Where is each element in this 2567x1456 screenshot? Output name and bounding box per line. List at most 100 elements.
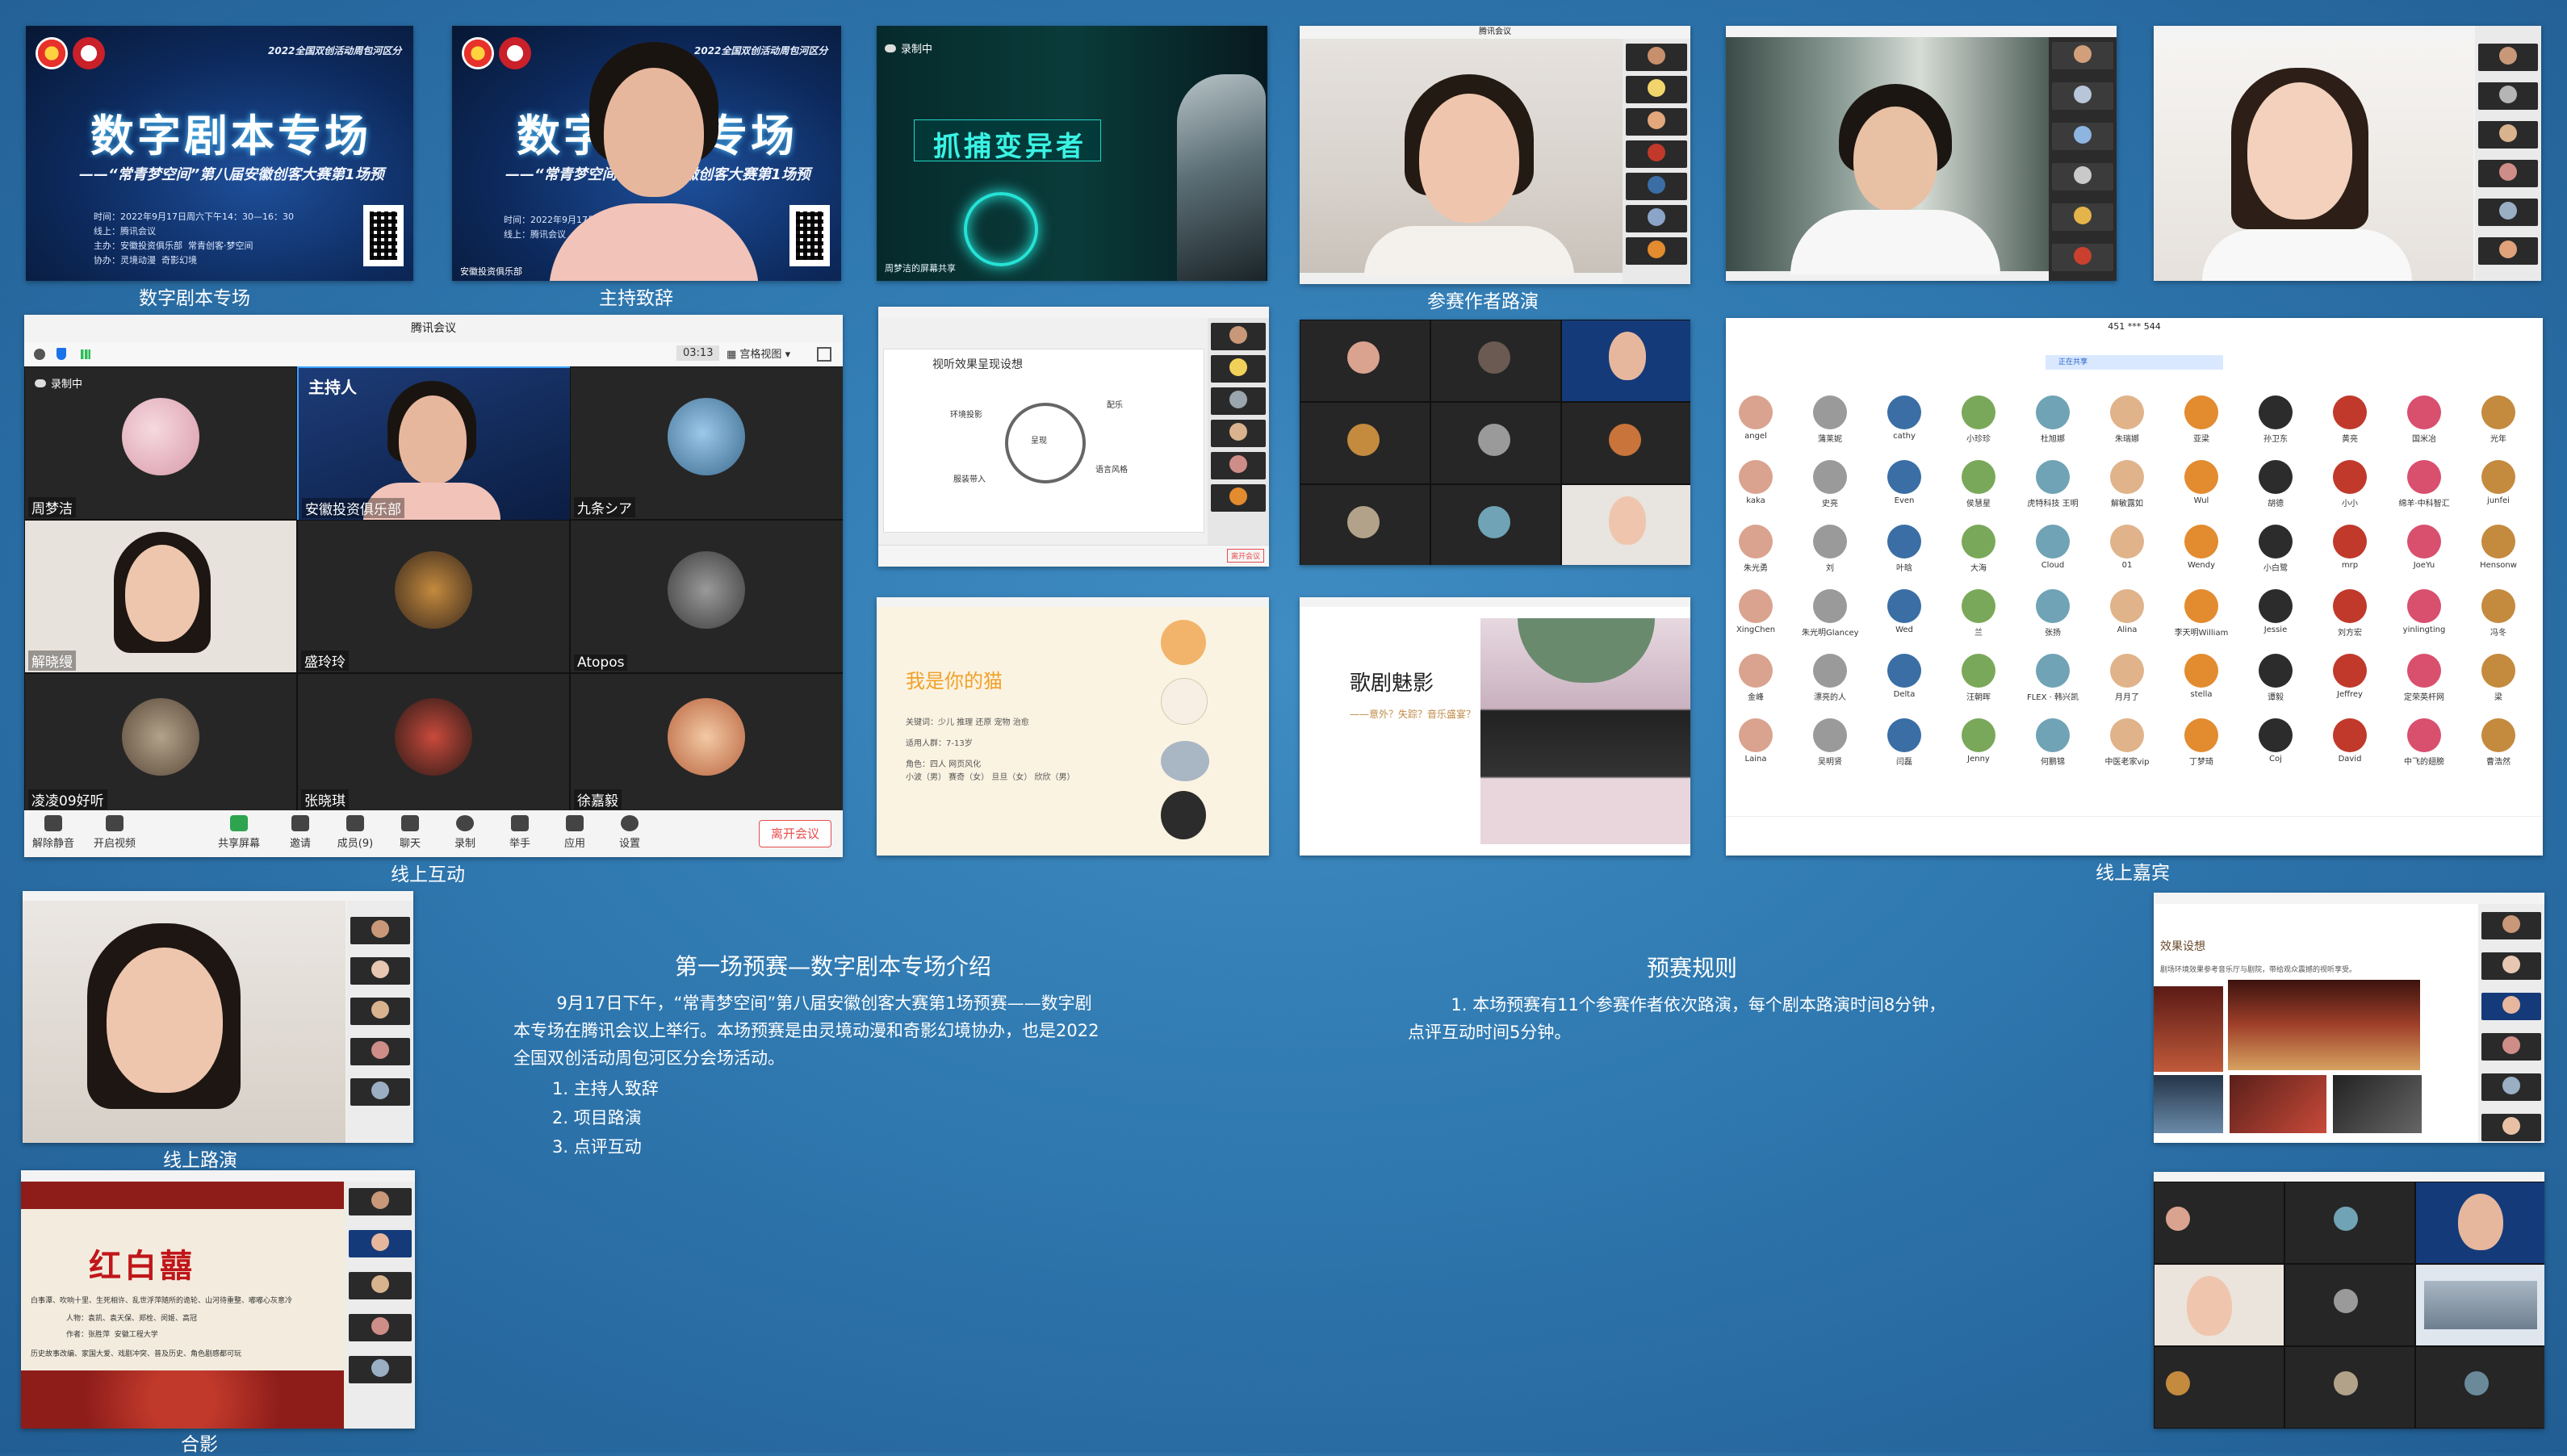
guest-item[interactable]: Even (1876, 460, 1933, 505)
guest-item[interactable]: 小白鹭 (2247, 525, 2304, 573)
participant-cell[interactable] (2284, 1182, 2415, 1264)
guest-item[interactable]: FLEX · 韩兴凯 (2025, 654, 2081, 702)
participant-cell[interactable]: 盛玲玲 (297, 520, 570, 673)
guest-item[interactable]: 解敏露如 (2099, 460, 2155, 508)
participant-cell[interactable] (2415, 1346, 2544, 1429)
guest-item[interactable]: 闫磊 (1876, 718, 1933, 767)
guest-item[interactable]: angel (1727, 395, 1784, 441)
participant-cell[interactable] (2154, 1182, 2284, 1264)
guest-item[interactable]: 金峰 (1727, 654, 1784, 702)
guest-item[interactable]: 冯冬 (2470, 589, 2527, 638)
fullscreen-icon[interactable] (817, 347, 831, 362)
guest-item[interactable]: 定荣英杆网 (2396, 654, 2452, 702)
raise-hand-button[interactable]: 举手 (496, 815, 544, 850)
participant-cell[interactable]: 解晓缦 (24, 520, 297, 673)
guest-item[interactable]: 何鹏锦 (2025, 718, 2081, 767)
guest-item[interactable]: 胡德 (2247, 460, 2304, 508)
guest-item[interactable]: 叶晗 (1876, 525, 1933, 573)
invite-button[interactable]: 邀请 (276, 815, 325, 850)
participant-cell[interactable] (1561, 402, 1690, 484)
guest-item[interactable]: 朱光勇 (1727, 525, 1784, 573)
info-icon[interactable] (34, 349, 45, 360)
guest-item[interactable]: Wul (2173, 460, 2230, 505)
leave-meeting-button[interactable]: 离开会议 (759, 820, 831, 847)
guest-item[interactable]: XingChen (1727, 589, 1784, 634)
guest-item[interactable]: 黄亮 (2322, 395, 2378, 444)
guest-item[interactable]: cathy (1876, 395, 1933, 441)
settings-button[interactable]: 设置 (605, 815, 654, 850)
guest-item[interactable]: 01 (2099, 525, 2155, 570)
guest-item[interactable]: 吴明贤 (1802, 718, 1858, 767)
guest-item[interactable]: 侯慧星 (1950, 460, 2007, 508)
participant-cell[interactable] (1300, 320, 1430, 402)
guest-item[interactable]: Laina (1727, 718, 1784, 764)
guest-item[interactable]: Hensonw (2470, 525, 2527, 570)
participant-cell[interactable] (1300, 484, 1430, 565)
participant-cell[interactable] (1430, 484, 1561, 565)
guest-item[interactable]: Alina (2099, 589, 2155, 634)
guest-item[interactable]: 李天明William (2173, 589, 2230, 638)
guest-item[interactable]: 亚梁 (2173, 395, 2230, 444)
start-video-button[interactable]: 开启视频 (90, 815, 139, 850)
participant-cell[interactable]: 凌凌09好听 (24, 673, 297, 812)
guest-item[interactable]: 中飞的翅膀 (2396, 718, 2452, 767)
guest-item[interactable]: 兰 (1950, 589, 2007, 638)
participant-cell[interactable] (2284, 1346, 2415, 1429)
guest-item[interactable]: Coj (2247, 718, 2304, 764)
guest-item[interactable]: Delta (1876, 654, 1933, 699)
share-screen-button[interactable]: 共享屏幕 (215, 815, 263, 850)
guest-item[interactable]: 史亮 (1802, 460, 1858, 508)
grid-view-button[interactable]: ▦ 宫格视图 ▾ (727, 345, 790, 361)
participant-cell-host[interactable]: 主持人 安徽投资俱乐部 (297, 366, 572, 521)
guest-item[interactable]: 谭毅 (2247, 654, 2304, 702)
participant-cell[interactable]: 录制中 周梦洁 (24, 366, 297, 520)
guest-item[interactable]: yinlingting (2396, 589, 2452, 634)
guest-item[interactable]: Jeffrey (2322, 654, 2378, 699)
guest-item[interactable]: 梁 (2470, 654, 2527, 702)
guest-item[interactable]: stella (2173, 654, 2230, 699)
guest-item[interactable]: 绵羊·中科智汇 (2396, 460, 2452, 508)
guest-item[interactable]: Cloud (2025, 525, 2081, 570)
participant-cell[interactable] (2284, 1264, 2415, 1346)
guest-item[interactable]: Wed (1876, 589, 1933, 634)
participant-cell[interactable] (2154, 1346, 2284, 1429)
guest-item[interactable]: 月月了 (2099, 654, 2155, 702)
shield-icon[interactable] (57, 348, 66, 360)
guest-item[interactable]: 丁梦琦 (2173, 718, 2230, 767)
guest-item[interactable]: Jessie (2247, 589, 2304, 634)
guest-item[interactable]: 蒲莱妮 (1802, 395, 1858, 444)
guest-item[interactable]: David (2322, 718, 2378, 764)
participant-cell[interactable]: 九条シア (570, 366, 843, 520)
participant-cell-host[interactable] (2415, 1182, 2544, 1264)
apps-button[interactable]: 应用 (551, 815, 599, 850)
guest-item[interactable]: 曹浩然 (2470, 718, 2527, 767)
guest-item[interactable]: 汪朝晖 (1950, 654, 2007, 702)
guest-item[interactable]: kaka (1727, 460, 1784, 505)
guest-item[interactable]: Wendy (2173, 525, 2230, 570)
guest-item[interactable]: 小珍珍 (1950, 395, 2007, 444)
leave-meeting-button[interactable]: 离开会议 (1226, 549, 1264, 563)
participant-cell[interactable] (2415, 1264, 2544, 1346)
participant-cell[interactable] (1561, 484, 1690, 565)
guest-item[interactable]: 光年 (2470, 395, 2527, 444)
guest-item[interactable]: 杜旭娜 (2025, 395, 2081, 444)
members-button[interactable]: 成员(9) (331, 815, 379, 850)
participant-cell[interactable]: 张晓琪 (297, 673, 570, 812)
participant-cell[interactable] (1430, 320, 1561, 402)
record-button[interactable]: 录制 (441, 815, 489, 850)
participant-cell[interactable]: 徐嘉毅 (570, 673, 843, 812)
guest-item[interactable]: 刘方宏 (2322, 589, 2378, 638)
guest-item[interactable]: 朱瑞娜 (2099, 395, 2155, 444)
participant-cell[interactable]: Atopos (570, 520, 843, 673)
guest-item[interactable]: Jenny (1950, 718, 2007, 764)
guest-item[interactable]: 大海 (1950, 525, 2007, 573)
guest-item[interactable]: 虎特科技 王明 (2025, 460, 2081, 508)
guest-item[interactable]: 刘 (1802, 525, 1858, 573)
guest-item[interactable]: JoeYu (2396, 525, 2452, 570)
guest-item[interactable]: 国米冶 (2396, 395, 2452, 444)
guest-item[interactable]: 孙卫东 (2247, 395, 2304, 444)
chat-button[interactable]: 聊天 (386, 815, 434, 850)
guest-item[interactable]: 小小 (2322, 460, 2378, 508)
unmute-button[interactable]: 解除静音 (29, 815, 77, 850)
participant-cell-host[interactable] (1561, 320, 1690, 402)
